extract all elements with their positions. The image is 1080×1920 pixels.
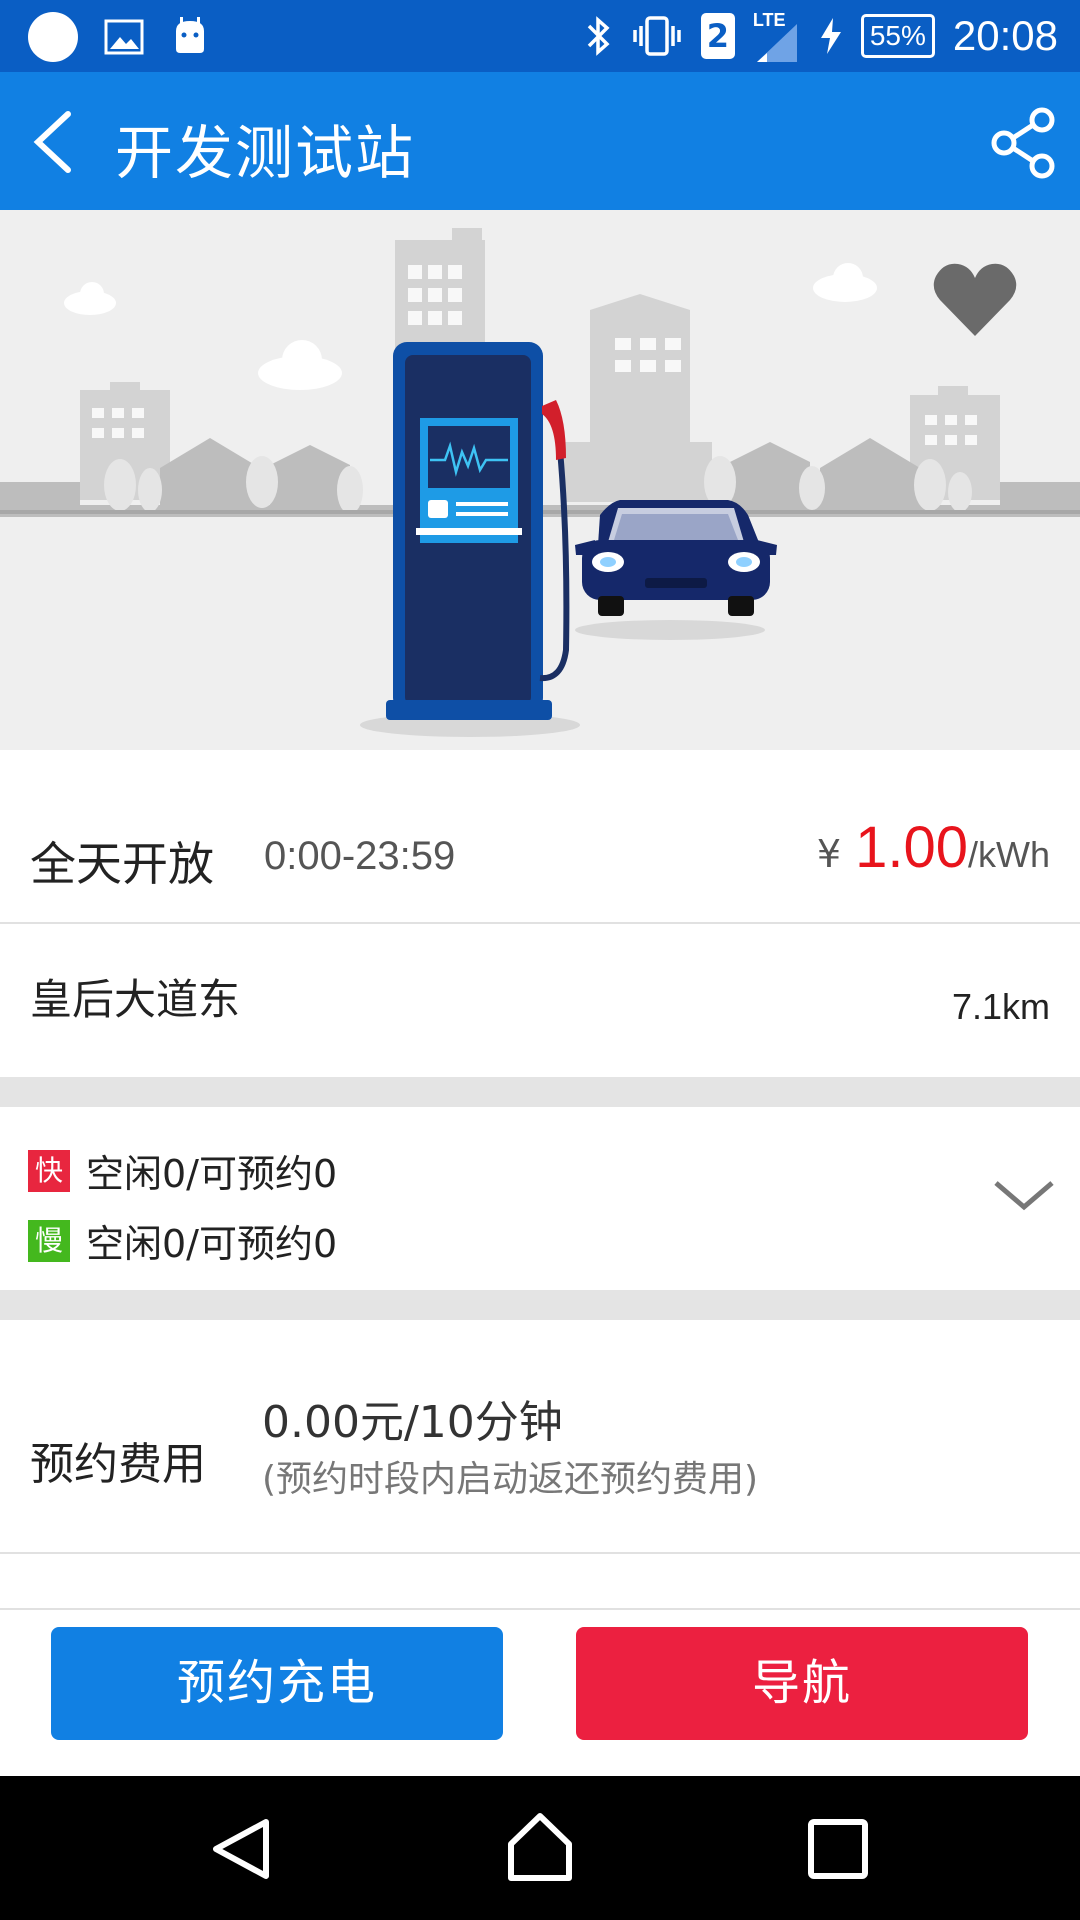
- status-bar-notifications: [28, 12, 210, 62]
- signal-icon: LTE: [753, 8, 801, 64]
- reserve-charging-button[interactable]: 预约充电: [51, 1627, 503, 1740]
- page-title: 开发测试站: [115, 119, 416, 187]
- slow-badge: 慢: [28, 1219, 70, 1262]
- section-gap: [0, 1290, 1080, 1320]
- chevron-down-icon[interactable]: [990, 1169, 1058, 1219]
- app-bar: 开发测试站: [0, 72, 1080, 210]
- hours-row: 全天开放 0:00-23:59 ¥ 1.00 /kWh: [0, 750, 1080, 922]
- navigate-button[interactable]: 导航: [576, 1627, 1028, 1740]
- fast-pile-status: 快 空闲0/可预约0: [28, 1143, 337, 1198]
- system-nav-bar: [0, 1776, 1080, 1920]
- fast-badge: 快: [28, 1149, 70, 1192]
- bluetooth-icon: [587, 16, 610, 56]
- reservation-fee-label: 预约费用: [30, 1439, 206, 1490]
- nav-back-icon[interactable]: [206, 1814, 276, 1884]
- hours-label: 全天开放: [30, 837, 214, 891]
- fast-pile-text: 空闲0/可预约0: [86, 1152, 338, 1196]
- slow-pile-text: 空闲0/可预约0: [86, 1222, 338, 1266]
- price-currency: ¥: [816, 832, 842, 876]
- nav-recents-icon[interactable]: [803, 1814, 873, 1884]
- charging-pile-graphic: [386, 342, 570, 720]
- nav-home-icon[interactable]: [503, 1810, 577, 1884]
- pile-status-row[interactable]: 快 空闲0/可预约0 慢 空闲0/可预约0: [0, 1107, 1080, 1290]
- android-icon: [176, 17, 204, 53]
- status-bar: 2 LTE 55% 20:08: [0, 0, 1080, 72]
- charging-icon: [820, 18, 841, 54]
- status-bar-system: 2 LTE 55% 20:08: [585, 0, 1058, 72]
- address-label: 皇后大道东: [30, 975, 241, 1024]
- distance-label: 7.1km: [951, 986, 1050, 1027]
- circle-icon: [28, 12, 78, 62]
- station-scene: [0, 228, 1080, 737]
- price: ¥ 1.00 /kWh: [817, 814, 1050, 881]
- vibrate-icon: [633, 16, 681, 56]
- section-gap: [0, 1077, 1080, 1107]
- reservation-fee-value: 0.00元/10分钟: [262, 1397, 563, 1448]
- reservation-fee-row: 预约费用 0.00元/10分钟 (预约时段内启动返还预约费用): [0, 1320, 1080, 1552]
- back-arrow-icon[interactable]: [18, 102, 98, 182]
- divider: [0, 1608, 1080, 1610]
- divider: [0, 1552, 1080, 1554]
- slow-pile-status: 慢 空闲0/可预约0: [28, 1213, 337, 1268]
- car-graphic: [575, 500, 777, 616]
- price-unit: /kWh: [967, 834, 1050, 875]
- battery-indicator: 55%: [860, 14, 935, 58]
- address-row[interactable]: 皇后大道东 7.1km: [0, 924, 1080, 1077]
- station-illustration: [0, 210, 1080, 750]
- reservation-fee-note: (预约时段内启动返还预约费用): [262, 1459, 759, 1500]
- hours-time: 0:00-23:59: [264, 834, 456, 878]
- heart-icon[interactable]: [930, 260, 1020, 340]
- image-icon: [104, 19, 144, 55]
- price-value: 1.00: [855, 815, 968, 880]
- sim-icon: 2: [700, 13, 735, 59]
- share-icon[interactable]: [984, 104, 1062, 182]
- status-clock: 20:08: [952, 12, 1058, 59]
